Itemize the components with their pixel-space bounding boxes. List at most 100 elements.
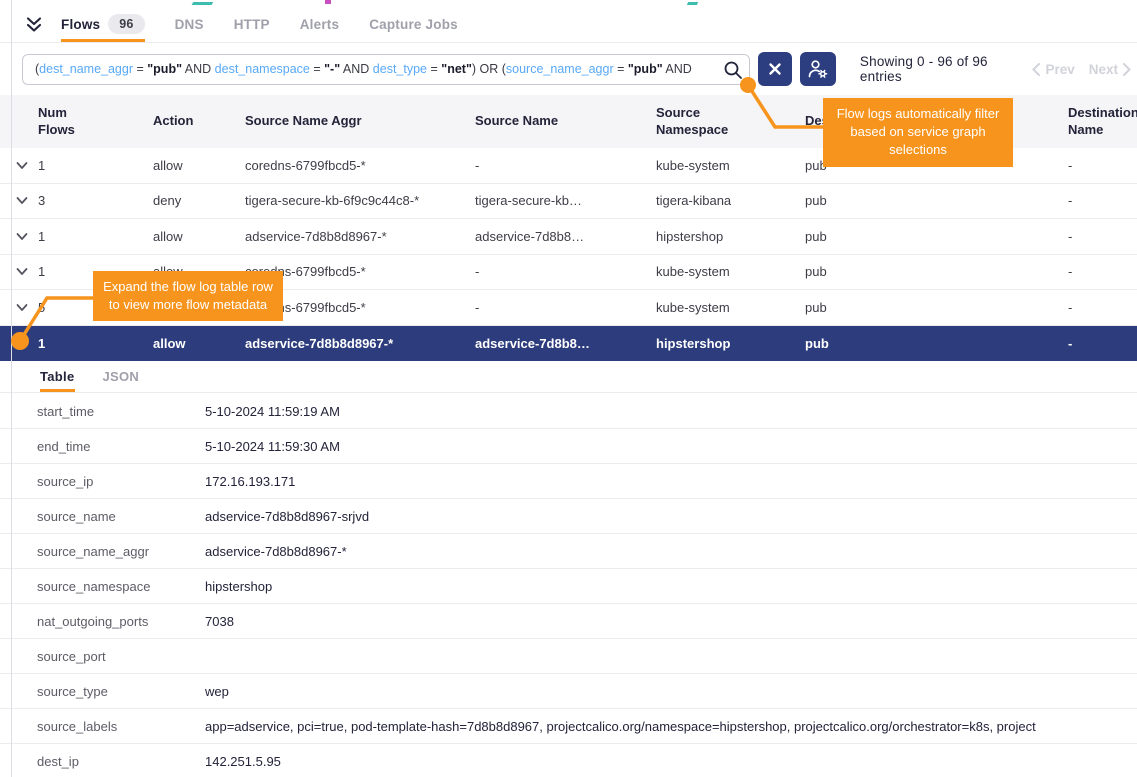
next-page-button[interactable]: Next — [1089, 62, 1131, 77]
tab-dns[interactable]: DNS — [175, 6, 204, 42]
cell-source-name-aggr: adservice-7d8b8d8967-* — [245, 229, 475, 244]
detail-row: start_time5-10-2024 11:59:19 AM — [0, 394, 1137, 429]
flow-settings-button[interactable] — [800, 52, 836, 86]
cell-source-name: adservice-7d8b8… — [475, 336, 656, 351]
cell-num: 3 — [38, 193, 153, 208]
tab-alerts[interactable]: Alerts — [300, 6, 339, 42]
flow-row[interactable]: 1allowadservice-7d8b8d8967-*adservice-7d… — [0, 219, 1137, 255]
flow-row[interactable]: 1allowcoredns-6799fbcd5-*-kube-systempub… — [0, 255, 1137, 291]
query-token: source_name_aggr — [506, 62, 614, 76]
cell-num: 1 — [38, 158, 153, 173]
clear-filter-button[interactable] — [758, 52, 792, 86]
cell-source-namespace: kube-system — [656, 300, 805, 315]
detail-value: 5-10-2024 11:59:19 AM — [205, 404, 1137, 419]
cell-dest-name-aggr: pub — [805, 158, 1068, 173]
row-expand-chevron-icon[interactable] — [16, 339, 38, 348]
cell-source-namespace: kube-system — [656, 264, 805, 279]
detail-tab-table[interactable]: Table — [40, 361, 75, 392]
col-num-flows: Num Flows — [38, 105, 153, 139]
detail-key: source_name_aggr — [37, 544, 205, 559]
detail-value: 7038 — [205, 614, 1137, 629]
cell-source-name-aggr: coredns-6799fbcd5-* — [245, 264, 475, 279]
cell-destination-name: - — [1068, 336, 1137, 351]
query-token: AND — [663, 62, 692, 76]
prev-page-button[interactable]: Prev — [1032, 62, 1074, 77]
detail-value: wep — [205, 684, 1137, 699]
panel-left-border — [11, 0, 12, 777]
detail-row: dest_ip142.251.5.95 — [0, 744, 1137, 777]
cell-action: allow — [153, 229, 245, 244]
query-token: "net" — [441, 62, 472, 76]
detail-key: source_ip — [37, 474, 205, 489]
query-search-input[interactable]: (dest_name_aggr = "pub" AND dest_namespa… — [22, 54, 750, 85]
cell-destination-name: - — [1068, 229, 1137, 244]
cell-destination-name: - — [1068, 264, 1137, 279]
cell-action: allow — [153, 336, 245, 351]
col-source-namespace: Source Namespace — [656, 105, 805, 139]
tab-http[interactable]: HTTP — [234, 6, 270, 42]
query-token: "-" — [324, 62, 340, 76]
tab-flows[interactable]: Flows 96 — [61, 6, 145, 42]
query-token: AND — [182, 62, 215, 76]
graph-fragment — [687, 0, 699, 5]
detail-tabbar: Table JSON — [0, 361, 1137, 393]
cell-source-name: - — [475, 300, 656, 315]
search-icon[interactable] — [723, 60, 743, 80]
cell-action: allow — [153, 158, 245, 173]
query-token: dest_name_aggr — [39, 62, 133, 76]
cell-source-name-aggr: tigera-secure-kb-6f9c9c44c8-* — [245, 193, 475, 208]
cell-source-namespace: hipstershop — [656, 336, 805, 351]
flows-count-badge: 96 — [108, 14, 144, 34]
cell-source-name-aggr: coredns-6799fbcd5-* — [245, 300, 475, 315]
row-expand-chevron-icon[interactable] — [16, 267, 38, 276]
detail-tab-json[interactable]: JSON — [103, 361, 140, 392]
cell-num: 1 — [38, 336, 153, 351]
cell-num: 5 — [38, 300, 153, 315]
collapse-panel-button[interactable] — [25, 6, 43, 42]
detail-value: 142.251.5.95 — [205, 754, 1137, 769]
user-gear-icon — [806, 57, 830, 81]
tab-capture-jobs[interactable]: Capture Jobs — [369, 6, 458, 42]
flow-row[interactable]: 1allowadservice-7d8b8d8967-*adservice-7d… — [0, 326, 1137, 362]
detail-key: nat_outgoing_ports — [37, 614, 205, 629]
detail-row: source_ip172.16.193.171 — [0, 464, 1137, 499]
cell-dest-name-aggr: pub — [805, 229, 1068, 244]
cell-source-name: adservice-7d8b8… — [475, 229, 656, 244]
cell-num: 1 — [38, 264, 153, 279]
row-expand-chevron-icon[interactable] — [16, 161, 38, 170]
detail-row: source_name_aggradservice-7d8b8d8967-* — [0, 534, 1137, 569]
flow-row[interactable]: 1allowcoredns-6799fbcd5-*-kube-systempub… — [0, 148, 1137, 184]
search-query: (dest_name_aggr = "pub" AND dest_namespa… — [35, 62, 692, 76]
cell-num: 1 — [38, 229, 153, 244]
cell-source-name-aggr: adservice-7d8b8d8967-* — [245, 336, 475, 351]
row-expand-chevron-icon[interactable] — [16, 303, 38, 312]
row-expand-chevron-icon[interactable] — [16, 196, 38, 205]
flow-rows: 1allowcoredns-6799fbcd5-*-kube-systempub… — [0, 148, 1137, 361]
detail-key: start_time — [37, 404, 205, 419]
detail-value: 172.16.193.171 — [205, 474, 1137, 489]
col-dest-name-aggr: Dest Name Aggr — [805, 113, 1068, 130]
cell-destination-name: - — [1068, 193, 1137, 208]
query-token: "pub" — [628, 62, 663, 76]
filter-toolbar: (dest_name_aggr = "pub" AND dest_namespa… — [0, 43, 1137, 95]
query-token: AND — [340, 62, 373, 76]
cell-dest-name-aggr: pub — [805, 336, 1068, 351]
col-source-name-aggr: Source Name Aggr — [245, 113, 475, 130]
flow-row[interactable]: 3denytigera-secure-kb-6f9c9c44c8-*tigera… — [0, 184, 1137, 220]
query-token: = — [427, 62, 441, 76]
cell-source-name: tigera-secure-kb… — [475, 193, 656, 208]
cell-destination-name: - — [1068, 158, 1137, 173]
cell-destination-name: - — [1068, 300, 1137, 315]
flow-row[interactable]: 5allowcoredns-6799fbcd5-*-kube-systempub… — [0, 290, 1137, 326]
query-token: dest_namespace — [215, 62, 310, 76]
flow-detail-rows: start_time5-10-2024 11:59:19 AM end_time 5… — [0, 394, 1137, 777]
cell-action: allow — [153, 300, 245, 315]
chevron-left-icon — [1032, 63, 1040, 76]
row-expand-chevron-icon[interactable] — [16, 232, 38, 241]
detail-key: dest_ip — [37, 754, 205, 769]
query-token: dest_type — [373, 62, 427, 76]
tab-flows-label: Flows — [61, 17, 100, 32]
detail-key: end_time — [37, 439, 205, 454]
cell-dest-name-aggr: pub — [805, 264, 1068, 279]
cell-dest-name-aggr: pub — [805, 300, 1068, 315]
